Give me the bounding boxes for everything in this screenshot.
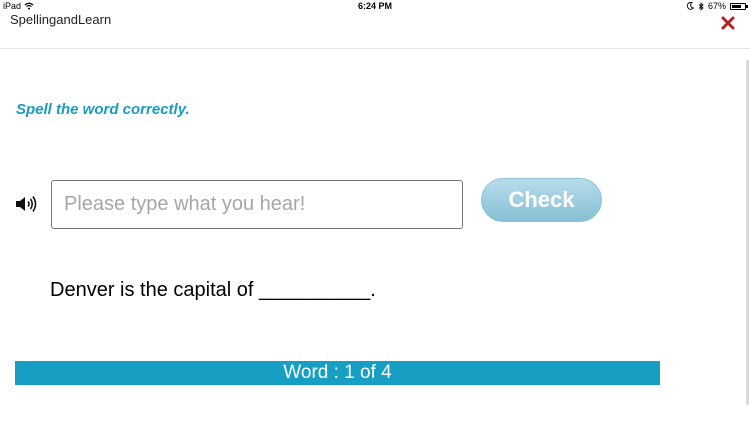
speaker-icon[interactable] [15, 194, 39, 214]
status-time: 6:24 PM [357, 1, 392, 11]
close-icon[interactable] [720, 15, 736, 31]
sentence-prompt: Denver is the capital of __________. [50, 279, 376, 301]
moon-icon [686, 2, 694, 10]
scrollbar[interactable] [746, 60, 749, 405]
check-button[interactable]: Check [481, 178, 602, 222]
progress-label: Word : 1 of 4 [283, 362, 392, 383]
answer-input[interactable] [51, 180, 463, 229]
status-bar: iPad 6:24 PM 67% [0, 0, 750, 12]
battery-icon [730, 2, 748, 10]
app-title: SpellingandLearn [10, 12, 112, 27]
progress-bar: Word : 1 of 4 [15, 361, 660, 385]
status-right: 67% [686, 0, 748, 12]
instruction-text: Spell the word correctly. [16, 101, 190, 118]
bluetooth-icon [698, 1, 704, 11]
battery-percent: 67% [707, 1, 726, 11]
nav-bar: SpellingandLearn [0, 12, 750, 49]
